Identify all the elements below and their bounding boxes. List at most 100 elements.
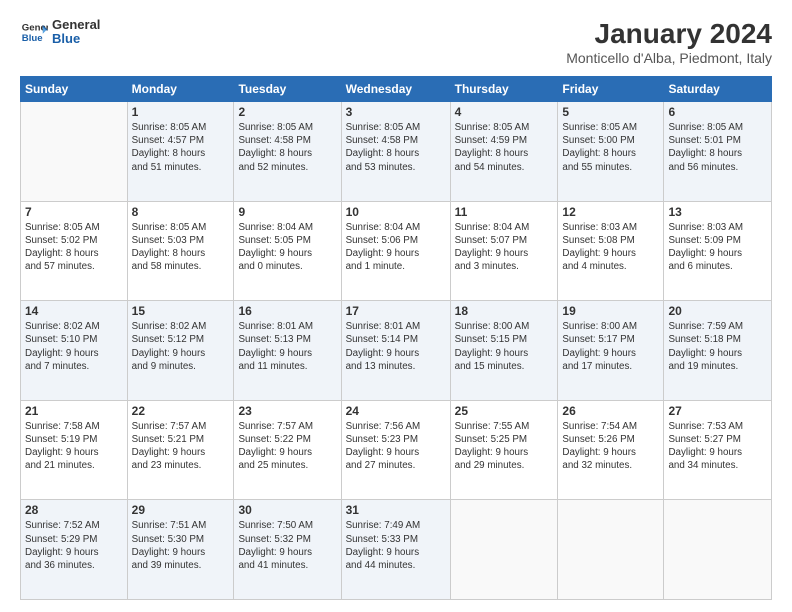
- calendar-cell: 25 Sunrise: 7:55 AM Sunset: 5:25 PM Dayli…: [450, 400, 558, 500]
- cell-content: Sunrise: 8:03 AM Sunset: 5:08 PM Dayligh…: [562, 221, 659, 274]
- cell-content: Sunrise: 8:01 AM Sunset: 5:14 PM Dayligh…: [346, 320, 446, 373]
- cell-content: Sunrise: 8:05 AM Sunset: 5:02 PM Dayligh…: [25, 221, 123, 274]
- day-number: 19: [562, 304, 659, 318]
- calendar-cell: 7Sunrise: 8:05 AM Sunset: 5:02 PM Daylig…: [21, 201, 128, 301]
- cell-content: Sunrise: 7:49 AM Sunset: 5:33 PM Dayligh…: [346, 519, 446, 572]
- calendar-header-row: SundayMondayTuesdayWednesdayThursdayFrid…: [21, 77, 772, 102]
- cell-content: Sunrise: 8:03 AM Sunset: 5:09 PM Dayligh…: [668, 221, 767, 274]
- day-number: 20: [668, 304, 767, 318]
- day-number: 10: [346, 205, 446, 219]
- cell-content: Sunrise: 8:04 AM Sunset: 5:05 PM Dayligh…: [238, 221, 336, 274]
- day-header: Monday: [127, 77, 234, 102]
- sub-title: Monticello d'Alba, Piedmont, Italy: [566, 50, 772, 66]
- calendar-cell: 11 Sunrise: 8:04 AM Sunset: 5:07 PM Dayli…: [450, 201, 558, 301]
- cell-content: Sunrise: 7:55 AM Sunset: 5:25 PM Dayligh…: [455, 420, 554, 473]
- cell-content: Sunrise: 8:04 AM Sunset: 5:06 PM Dayligh…: [346, 221, 446, 274]
- day-number: 1: [132, 105, 230, 119]
- calendar-cell: 6 Sunrise: 8:05 AM Sunset: 5:01 PM Daylig…: [664, 102, 772, 202]
- day-header: Saturday: [664, 77, 772, 102]
- cell-content: Sunrise: 8:04 AM Sunset: 5:07 PM Dayligh…: [455, 221, 554, 274]
- calendar-cell: 27Sunrise: 7:53 AM Sunset: 5:27 PM Dayli…: [664, 400, 772, 500]
- header: General Blue General Blue January 2024 M…: [20, 18, 772, 66]
- cell-content: Sunrise: 8:02 AM Sunset: 5:10 PM Dayligh…: [25, 320, 123, 373]
- day-number: 5: [562, 105, 659, 119]
- calendar-cell: 28Sunrise: 7:52 AM Sunset: 5:29 PM Dayli…: [21, 500, 128, 600]
- calendar-cell: 3Sunrise: 8:05 AM Sunset: 4:58 PM Daylig…: [341, 102, 450, 202]
- day-number: 8: [132, 205, 230, 219]
- day-number: 31: [346, 503, 446, 517]
- day-number: 6: [668, 105, 767, 119]
- day-number: 25: [455, 404, 554, 418]
- cell-content: Sunrise: 8:05 AM Sunset: 5:00 PM Dayligh…: [562, 121, 659, 174]
- day-number: 26: [562, 404, 659, 418]
- day-header: Friday: [558, 77, 664, 102]
- calendar-cell: 5 Sunrise: 8:05 AM Sunset: 5:00 PM Daylig…: [558, 102, 664, 202]
- cell-content: Sunrise: 7:57 AM Sunset: 5:22 PM Dayligh…: [238, 420, 336, 473]
- calendar-cell: 19Sunrise: 8:00 AM Sunset: 5:17 PM Dayli…: [558, 301, 664, 401]
- day-number: 16: [238, 304, 336, 318]
- logo-icon: General Blue: [20, 18, 48, 46]
- calendar-cell: 15 Sunrise: 8:02 AM Sunset: 5:12 PM Dayli…: [127, 301, 234, 401]
- day-header: Thursday: [450, 77, 558, 102]
- calendar-cell: [450, 500, 558, 600]
- calendar: SundayMondayTuesdayWednesdayThursdayFrid…: [20, 76, 772, 600]
- calendar-cell: 14 Sunrise: 8:02 AM Sunset: 5:10 PM Dayli…: [21, 301, 128, 401]
- calendar-cell: 29Sunrise: 7:51 AM Sunset: 5:30 PM Dayli…: [127, 500, 234, 600]
- calendar-cell: 9 Sunrise: 8:04 AM Sunset: 5:05 PM Daylig…: [234, 201, 341, 301]
- day-number: 21: [25, 404, 123, 418]
- day-number: 2: [238, 105, 336, 119]
- title-block: January 2024 Monticello d'Alba, Piedmont…: [566, 18, 772, 66]
- calendar-cell: 12 Sunrise: 8:03 AM Sunset: 5:08 PM Dayli…: [558, 201, 664, 301]
- calendar-week-row: 1 Sunrise: 8:05 AM Sunset: 4:57 PM Daylig…: [21, 102, 772, 202]
- cell-content: Sunrise: 8:05 AM Sunset: 5:03 PM Dayligh…: [132, 221, 230, 274]
- day-number: 18: [455, 304, 554, 318]
- calendar-cell: 21 Sunrise: 7:58 AM Sunset: 5:19 PM Dayli…: [21, 400, 128, 500]
- calendar-week-row: 14 Sunrise: 8:02 AM Sunset: 5:10 PM Dayli…: [21, 301, 772, 401]
- logo: General Blue General Blue: [20, 18, 100, 47]
- day-number: 14: [25, 304, 123, 318]
- calendar-cell: 13Sunrise: 8:03 AM Sunset: 5:09 PM Dayli…: [664, 201, 772, 301]
- calendar-cell: 16 Sunrise: 8:01 AM Sunset: 5:13 PM Dayli…: [234, 301, 341, 401]
- day-number: 22: [132, 404, 230, 418]
- cell-content: Sunrise: 8:05 AM Sunset: 5:01 PM Dayligh…: [668, 121, 767, 174]
- day-number: 9: [238, 205, 336, 219]
- calendar-cell: [664, 500, 772, 600]
- main-title: January 2024: [566, 18, 772, 50]
- cell-content: Sunrise: 8:05 AM Sunset: 4:57 PM Dayligh…: [132, 121, 230, 174]
- calendar-cell: 2 Sunrise: 8:05 AM Sunset: 4:58 PM Daylig…: [234, 102, 341, 202]
- day-header: Sunday: [21, 77, 128, 102]
- day-number: 12: [562, 205, 659, 219]
- cell-content: Sunrise: 7:50 AM Sunset: 5:32 PM Dayligh…: [238, 519, 336, 572]
- cell-content: Sunrise: 8:05 AM Sunset: 4:58 PM Dayligh…: [238, 121, 336, 174]
- calendar-week-row: 28Sunrise: 7:52 AM Sunset: 5:29 PM Dayli…: [21, 500, 772, 600]
- calendar-week-row: 7Sunrise: 8:05 AM Sunset: 5:02 PM Daylig…: [21, 201, 772, 301]
- day-header: Tuesday: [234, 77, 341, 102]
- day-number: 11: [455, 205, 554, 219]
- cell-content: Sunrise: 8:00 AM Sunset: 5:15 PM Dayligh…: [455, 320, 554, 373]
- day-number: 15: [132, 304, 230, 318]
- day-number: 17: [346, 304, 446, 318]
- calendar-cell: 26 Sunrise: 7:54 AM Sunset: 5:26 PM Dayli…: [558, 400, 664, 500]
- page: General Blue General Blue January 2024 M…: [0, 0, 792, 612]
- calendar-cell: 18 Sunrise: 8:00 AM Sunset: 5:15 PM Dayli…: [450, 301, 558, 401]
- cell-content: Sunrise: 7:54 AM Sunset: 5:26 PM Dayligh…: [562, 420, 659, 473]
- calendar-cell: 4Sunrise: 8:05 AM Sunset: 4:59 PM Daylig…: [450, 102, 558, 202]
- cell-content: Sunrise: 7:58 AM Sunset: 5:19 PM Dayligh…: [25, 420, 123, 473]
- calendar-cell: 30 Sunrise: 7:50 AM Sunset: 5:32 PM Dayli…: [234, 500, 341, 600]
- calendar-cell: [558, 500, 664, 600]
- calendar-week-row: 21 Sunrise: 7:58 AM Sunset: 5:19 PM Dayli…: [21, 400, 772, 500]
- day-number: 24: [346, 404, 446, 418]
- day-number: 23: [238, 404, 336, 418]
- calendar-cell: [21, 102, 128, 202]
- cell-content: Sunrise: 7:56 AM Sunset: 5:23 PM Dayligh…: [346, 420, 446, 473]
- calendar-cell: 1 Sunrise: 8:05 AM Sunset: 4:57 PM Daylig…: [127, 102, 234, 202]
- day-number: 4: [455, 105, 554, 119]
- calendar-cell: 22 Sunrise: 7:57 AM Sunset: 5:21 PM Dayli…: [127, 400, 234, 500]
- calendar-cell: 17 Sunrise: 8:01 AM Sunset: 5:14 PM Dayli…: [341, 301, 450, 401]
- calendar-cell: 10 Sunrise: 8:04 AM Sunset: 5:06 PM Dayli…: [341, 201, 450, 301]
- day-number: 30: [238, 503, 336, 517]
- cell-content: Sunrise: 8:02 AM Sunset: 5:12 PM Dayligh…: [132, 320, 230, 373]
- cell-content: Sunrise: 8:01 AM Sunset: 5:13 PM Dayligh…: [238, 320, 336, 373]
- cell-content: Sunrise: 7:57 AM Sunset: 5:21 PM Dayligh…: [132, 420, 230, 473]
- day-number: 27: [668, 404, 767, 418]
